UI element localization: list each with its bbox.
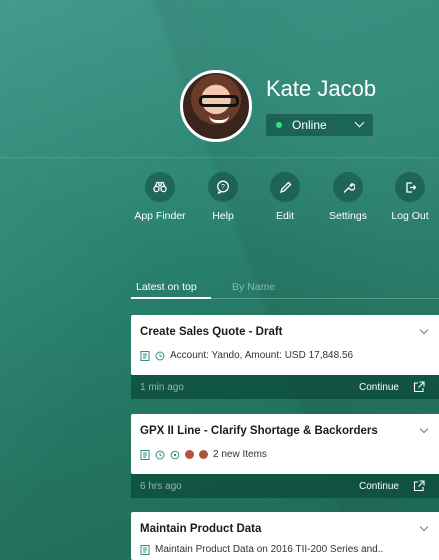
task-card[interactable]: GPX II Line - Clarify Shortage & Backord… xyxy=(131,414,439,474)
card-meta-text: Account: Yando, Amount: USD 17,848.56 xyxy=(170,350,354,361)
svg-text:?: ? xyxy=(221,184,225,191)
card-meta-text: Maintain Product Data on 2016 TII-200 Se… xyxy=(155,544,384,555)
card-footer: 6 hrs ago Continue xyxy=(131,474,439,498)
active-tab-indicator xyxy=(131,297,211,299)
continue-button[interactable]: Continue xyxy=(359,481,399,492)
sync-icon xyxy=(170,450,180,460)
continue-button[interactable]: Continue xyxy=(359,382,399,393)
document-icon xyxy=(140,544,150,555)
external-link-icon[interactable] xyxy=(413,381,425,393)
logout-icon xyxy=(395,172,425,202)
card-footer: 1 min ago Continue xyxy=(131,375,439,399)
settings-label: Settings xyxy=(329,210,367,222)
binoculars-icon xyxy=(145,172,175,202)
card-meta-text: 2 new Items xyxy=(213,449,267,460)
document-icon xyxy=(140,449,150,460)
chevron-down-icon[interactable] xyxy=(419,522,429,532)
participant-avatar xyxy=(185,450,194,459)
pencil-icon xyxy=(270,172,300,202)
action-bar: App Finder ? Help Edit Settings Log Out xyxy=(0,172,439,232)
tab-by-name[interactable]: By Name xyxy=(232,281,275,293)
user-name: Kate Jacob xyxy=(266,76,377,101)
external-link-icon[interactable] xyxy=(413,480,425,492)
help-bubble-icon: ? xyxy=(208,172,238,202)
card-time: 1 min ago xyxy=(140,382,184,393)
chevron-down-icon xyxy=(354,117,365,128)
chevron-down-icon[interactable] xyxy=(419,325,429,335)
card-title: Create Sales Quote - Draft xyxy=(140,326,283,338)
card-meta: Account: Yando, Amount: USD 17,848.56 xyxy=(140,350,353,361)
log-out-button[interactable]: Log Out xyxy=(373,172,439,232)
tab-latest-on-top[interactable]: Latest on top xyxy=(136,281,197,293)
card-title: Maintain Product Data xyxy=(140,523,262,535)
clock-icon xyxy=(155,351,165,361)
chevron-down-icon[interactable] xyxy=(419,424,429,434)
clock-icon xyxy=(155,450,165,460)
app-finder-label: App Finder xyxy=(134,210,186,222)
avatar-smile xyxy=(209,115,229,123)
task-card[interactable]: Create Sales Quote - Draft Account: Yand… xyxy=(131,315,439,375)
card-meta: 2 new Items xyxy=(140,449,267,460)
task-card[interactable]: Maintain Product Data Maintain Product D… xyxy=(131,512,439,560)
edit-label: Edit xyxy=(275,210,295,222)
document-icon xyxy=(140,350,150,361)
avatar-glasses xyxy=(199,95,239,107)
participant-avatar xyxy=(199,450,208,459)
card-meta: Maintain Product Data on 2016 TII-200 Se… xyxy=(140,544,383,555)
card-title: GPX II Line - Clarify Shortage & Backord… xyxy=(140,425,378,437)
help-label: Help xyxy=(212,210,234,222)
status-online-icon xyxy=(276,122,282,128)
user-avatar[interactable] xyxy=(180,70,252,142)
wrench-icon xyxy=(333,172,363,202)
status-label: Online xyxy=(292,118,327,132)
card-time: 6 hrs ago xyxy=(140,481,182,492)
log-out-label: Log Out xyxy=(391,210,429,222)
header-divider xyxy=(0,157,439,158)
status-dropdown[interactable]: Online xyxy=(266,114,373,136)
